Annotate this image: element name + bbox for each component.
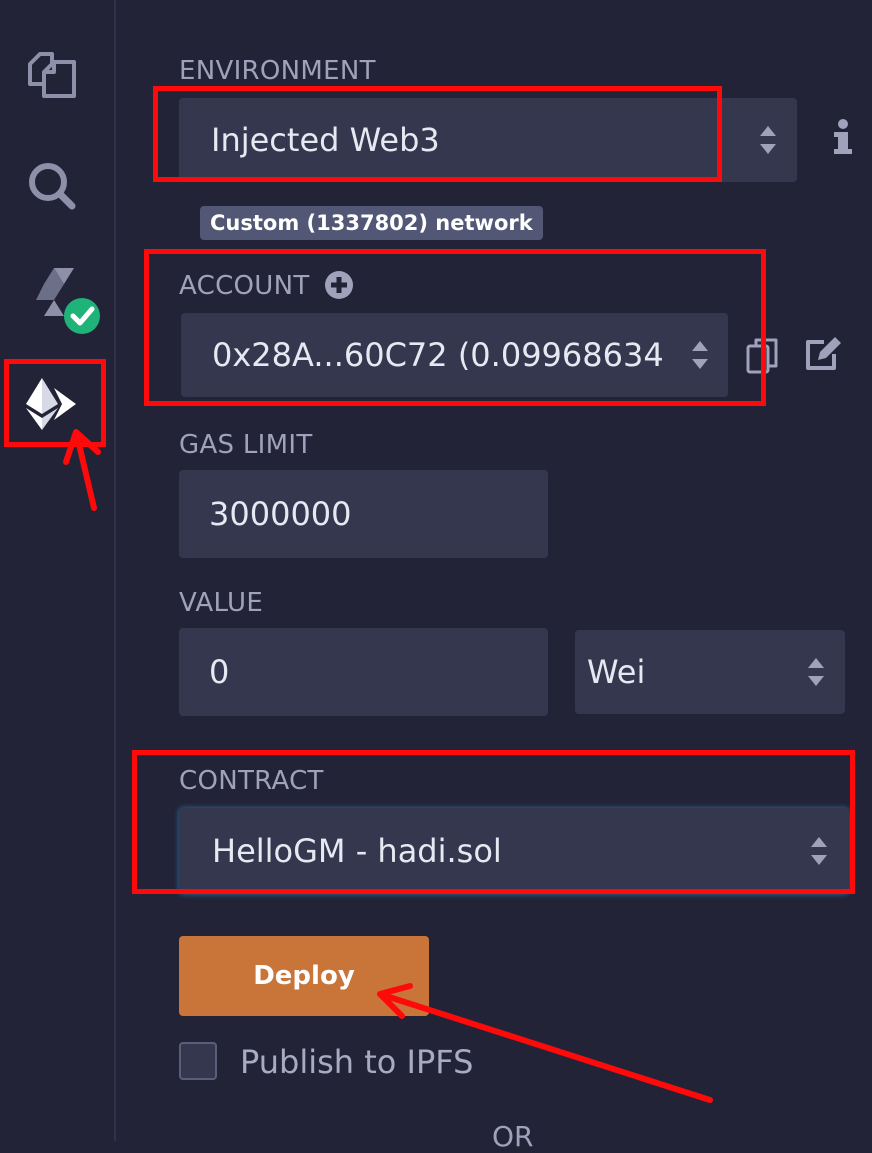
select-arrows-icon (760, 126, 776, 154)
edit-icon[interactable] (804, 336, 842, 372)
value-unit: Wei (587, 653, 646, 691)
gas-limit-value: 3000000 (209, 495, 352, 533)
contract-select[interactable]: HelloGM - hadi.sol (179, 808, 849, 894)
account-label: ACCOUNT (179, 271, 310, 301)
file-explorer-icon[interactable] (22, 44, 82, 104)
gas-limit-label: GAS LIMIT (179, 430, 313, 460)
value-input[interactable]: 0 (179, 628, 548, 716)
account-select-value: 0x28A...60C72 (0.09968634 (212, 336, 664, 374)
info-icon[interactable] (828, 118, 858, 158)
publish-ipfs-checkbox[interactable] (179, 1042, 217, 1080)
select-arrows-icon (692, 341, 708, 369)
contract-label: CONTRACT (179, 766, 324, 796)
or-divider: OR (492, 1120, 534, 1153)
copy-icon[interactable] (746, 338, 780, 374)
select-arrows-icon (811, 837, 827, 865)
environment-label: ENVIRONMENT (179, 56, 376, 86)
environment-select-value: Injected Web3 (211, 121, 440, 159)
solidity-compiler-icon[interactable] (28, 264, 108, 344)
value-label: VALUE (179, 588, 264, 618)
network-badge: Custom (1337802) network (200, 206, 543, 240)
value-unit-select[interactable]: Wei (575, 630, 845, 714)
deploy-run-panel: ENVIRONMENT Injected Web3 Custom (133780… (116, 0, 872, 1153)
deploy-run-icon[interactable] (24, 374, 84, 434)
plus-circle-icon[interactable] (324, 270, 354, 300)
contract-select-value: HelloGM - hadi.sol (212, 832, 502, 870)
deploy-button[interactable]: Deploy (179, 936, 429, 1016)
select-arrows-icon (808, 658, 824, 686)
environment-select[interactable]: Injected Web3 (179, 98, 797, 182)
publish-ipfs-label: Publish to IPFS (240, 1043, 474, 1081)
search-icon[interactable] (22, 156, 82, 216)
value-amount: 0 (209, 653, 230, 691)
icon-sidebar (0, 0, 116, 1141)
account-select[interactable]: 0x28A...60C72 (0.09968634 (181, 313, 728, 397)
gas-limit-input[interactable]: 3000000 (179, 470, 548, 558)
